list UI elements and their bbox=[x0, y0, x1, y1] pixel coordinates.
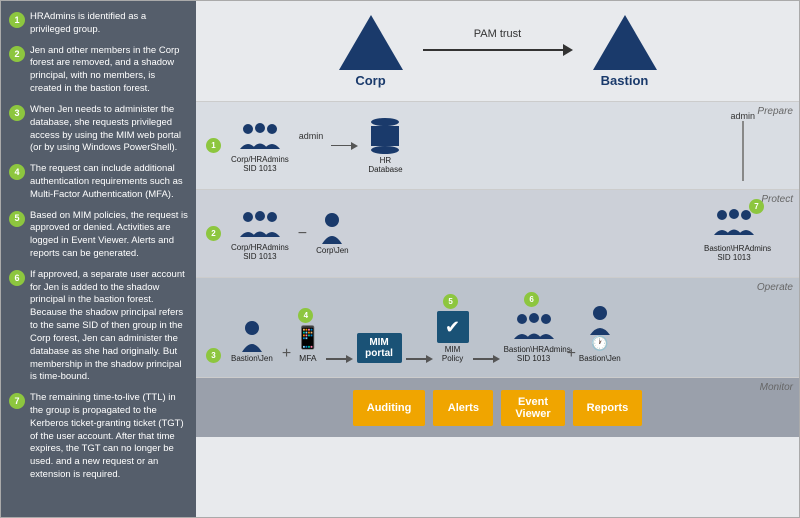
step-badge-7: 7 bbox=[9, 393, 25, 409]
minus-icon: − bbox=[298, 225, 307, 243]
admin-label-right: admin bbox=[730, 111, 755, 121]
bastion-label: Bastion bbox=[601, 73, 649, 88]
operate-step4-badge: 4 bbox=[298, 308, 313, 323]
arrow-to-policy bbox=[406, 355, 433, 363]
bastion-jen-icon: Bastion\Jen bbox=[231, 320, 273, 363]
event-viewer-button[interactable]: Event Viewer bbox=[501, 390, 564, 426]
auditing-button[interactable]: Auditing bbox=[353, 390, 426, 426]
bastion-jen-2-label: Bastion\Jen bbox=[579, 354, 621, 363]
operate-step3-badge: 3 bbox=[206, 348, 221, 363]
protect-label: Protect bbox=[761, 194, 793, 205]
arrow-head bbox=[563, 44, 573, 56]
protect-group-persons-icon bbox=[238, 207, 282, 241]
operate-row: 3 Bastion\Jen + 4 📱 MFA bbox=[206, 292, 789, 363]
clock-icon: 🕐 bbox=[591, 335, 608, 352]
bastion-group-label: Bastion\HRAdminsSID 1013 bbox=[704, 244, 764, 262]
mim-policy-icon: ✔ bbox=[437, 311, 469, 343]
bastion-group-icon: 7 Bastion\HRAdminsSID 1013 bbox=[704, 205, 764, 262]
step-badge-4: 4 bbox=[9, 164, 25, 180]
alerts-button[interactable]: Alerts bbox=[433, 390, 493, 426]
sidebar: 1 HRAdmins is identified as a privileged… bbox=[1, 1, 196, 517]
step-badge-3: 3 bbox=[9, 105, 25, 121]
protect-group1-label: Corp/HRAdminsSID 1013 bbox=[231, 243, 289, 261]
prepare-group-label: Corp/HRAdminsSID 1013 bbox=[231, 155, 289, 173]
admin-label-left: admin bbox=[299, 131, 324, 141]
step-badge-1: 1 bbox=[9, 12, 25, 28]
prepare-section: Prepare 1 Corp/HRAdm bbox=[196, 101, 799, 189]
hr-database-icon: HRDatabase bbox=[368, 118, 402, 174]
badge-7: 7 bbox=[749, 199, 764, 214]
monitor-section: Monitor Auditing Alerts Event Viewer Rep… bbox=[196, 377, 799, 437]
sidebar-item-1: 1 HRAdmins is identified as a privileged… bbox=[9, 11, 188, 37]
sections: Prepare 1 Corp/HRAdm bbox=[196, 101, 799, 517]
mim-policy-label: MIMPolicy bbox=[442, 345, 463, 363]
prepare-label: Prepare bbox=[757, 106, 793, 117]
main-container: 1 HRAdmins is identified as a privileged… bbox=[0, 0, 800, 518]
monitor-buttons: Auditing Alerts Event Viewer Reports bbox=[353, 390, 642, 426]
pam-area: Corp PAM trust Bastion bbox=[196, 1, 799, 101]
sidebar-item-5: 5 Based on MIM policies, the request is … bbox=[9, 210, 188, 261]
corp-label: Corp bbox=[355, 73, 385, 88]
arrow-to-mim bbox=[326, 355, 353, 363]
person-jen-icon bbox=[320, 212, 344, 244]
operate-step6-badge: 6 bbox=[524, 292, 539, 307]
pam-arrow bbox=[423, 44, 573, 56]
step-text-7: The remaining time-to-live (TTL) in the … bbox=[30, 392, 188, 482]
bastion-triangle: Bastion bbox=[593, 15, 657, 88]
content-area: Corp PAM trust Bastion Prepare bbox=[196, 1, 799, 517]
plus-icon-1: + bbox=[282, 345, 291, 363]
operate-label: Operate bbox=[757, 282, 793, 293]
bastion-jen-label: Bastion\Jen bbox=[231, 354, 273, 363]
operate-bastion-group-icon bbox=[512, 309, 556, 343]
bastion-jen-2-icon bbox=[588, 305, 612, 335]
step-badge-6: 6 bbox=[9, 270, 25, 286]
sidebar-item-4: 4 The request can include additional aut… bbox=[9, 163, 188, 201]
jen-person-icon: Corp\Jen bbox=[316, 212, 348, 255]
protect-group1-icon: Corp/HRAdminsSID 1013 bbox=[231, 207, 289, 261]
step-text-3: When Jen needs to administer the databas… bbox=[30, 104, 188, 155]
sidebar-item-2: 2 Jen and other members in the Corp fore… bbox=[9, 45, 188, 96]
bastion-jen-person-icon bbox=[240, 320, 264, 352]
step-text-6: If approved, a separate user account for… bbox=[30, 269, 188, 384]
group-persons-icon bbox=[238, 119, 282, 153]
plus-icon-2: + bbox=[567, 345, 576, 363]
prepare-group-icon: Corp/HRAdminsSID 1013 bbox=[231, 119, 289, 173]
arrow-to-bastion-group bbox=[473, 355, 500, 363]
monitor-label: Monitor bbox=[760, 382, 793, 393]
step-badge-2: 2 bbox=[9, 46, 25, 62]
jen-label: Corp\Jen bbox=[316, 246, 348, 255]
db-label: HRDatabase bbox=[368, 156, 402, 174]
step-badge-5: 5 bbox=[9, 211, 25, 227]
arrow-line bbox=[423, 49, 563, 51]
operate-bastion-group-label: Bastion\HRAdminsSID 1013 bbox=[504, 345, 564, 363]
sidebar-item-3: 3 When Jen needs to administer the datab… bbox=[9, 104, 188, 155]
step-text-2: Jen and other members in the Corp forest… bbox=[30, 45, 188, 96]
operate-section: Operate 3 Bastion\Jen + 4 bbox=[196, 277, 799, 377]
corp-triangle-shape bbox=[339, 15, 403, 70]
sidebar-item-6: 6 If approved, a separate user account f… bbox=[9, 269, 188, 384]
sidebar-item-7: 7 The remaining time-to-live (TTL) in th… bbox=[9, 392, 188, 482]
pam-arrow-area: PAM trust bbox=[423, 28, 573, 56]
vertical-connector bbox=[742, 121, 744, 181]
step-text-4: The request can include additional authe… bbox=[30, 163, 188, 201]
mfa-phone-icon: 📱 bbox=[294, 325, 321, 351]
admin-arrow-right bbox=[331, 142, 358, 150]
db-cylinder bbox=[371, 118, 399, 154]
operate-step5-badge: 5 bbox=[443, 294, 458, 309]
step-text-1: HRAdmins is identified as a privileged g… bbox=[30, 11, 188, 37]
reports-button[interactable]: Reports bbox=[573, 390, 643, 426]
corp-triangle: Corp bbox=[339, 15, 403, 88]
mfa-label: MFA bbox=[299, 353, 316, 363]
step-text-5: Based on MIM policies, the request is ap… bbox=[30, 210, 188, 261]
prepare-row: 1 Corp/HRAdminsSID 1013 bbox=[206, 111, 789, 181]
protect-step-badge: 2 bbox=[206, 226, 221, 241]
prepare-step-badge: 1 bbox=[206, 138, 221, 153]
protect-row: 2 Corp/HRAdminsSID 1013 bbox=[206, 205, 789, 262]
bastion-triangle-shape bbox=[593, 15, 657, 70]
protect-section: Protect 2 Corp/HRAdminsSID 1013 bbox=[196, 189, 799, 277]
pam-trust-label: PAM trust bbox=[474, 28, 521, 40]
mim-portal-box: MIMportal bbox=[357, 333, 402, 363]
